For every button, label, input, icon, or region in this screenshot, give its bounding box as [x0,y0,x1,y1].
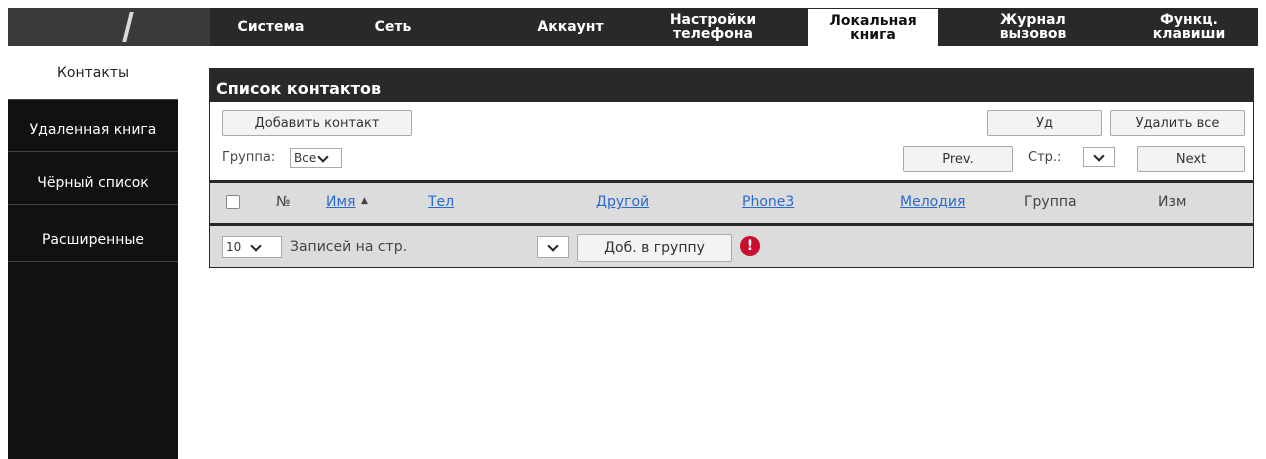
tab-call-log[interactable]: Журнал вызовов [973,8,1093,46]
per-page-select[interactable]: 10 [222,236,282,258]
column-ringtone[interactable]: Мелодия [900,194,965,210]
tab-system[interactable]: Система [216,8,326,46]
group-select[interactable]: Все [290,148,342,168]
group-select-value: Все [294,151,317,165]
page-select[interactable] [1083,147,1115,167]
column-group: Группа [1024,194,1077,210]
tab-local-book[interactable]: Локальная книга [808,9,938,46]
group-target-select[interactable] [537,236,569,258]
delete-all-button[interactable]: Удалить все [1110,110,1245,136]
page-label: Стр.: [1028,150,1062,165]
tab-account[interactable]: Аккаунт [513,8,628,46]
select-all-checkbox[interactable] [226,195,240,209]
panel-title: Список контактов [209,68,1254,102]
contacts-toolbar: Добавить контакт Уд Удалить все Группа: … [209,102,1254,180]
logo-slash-icon [122,12,134,42]
column-number: № [276,194,291,210]
chevron-down-icon [1092,150,1106,164]
chevron-down-icon [249,240,263,254]
column-phone3[interactable]: Phone3 [742,194,794,210]
sidebar-item-advanced[interactable]: Расширенные [8,218,178,262]
sort-asc-icon: ▲ [361,196,368,206]
contacts-table-footer: 10 Записей на стр. Доб. в группу ! [209,226,1254,268]
sidebar-item-blacklist[interactable]: Чёрный список [8,161,178,205]
sidebar: Контакты Удаленная книга Чёрный список Р… [8,46,178,459]
sidebar-item-remote-book[interactable]: Удаленная книга [8,108,178,152]
group-label: Группа: [222,150,276,165]
delete-button[interactable]: Уд [987,110,1102,136]
sidebar-item-contacts[interactable]: Контакты [8,46,178,100]
alert-icon: ! [740,236,760,256]
per-page-value: 10 [226,240,242,254]
next-page-button[interactable]: Next [1137,146,1245,172]
column-phone[interactable]: Тел [428,194,454,210]
column-edit: Изм [1158,194,1187,210]
top-navigation-bar: Система Сеть Аккаунт Настройки телефона … [8,8,1258,46]
tab-function-keys[interactable]: Функц. клавиши [1120,8,1258,46]
logo [8,8,210,46]
prev-page-button[interactable]: Prev. [903,146,1013,172]
tab-phone-settings[interactable]: Настройки телефона [653,8,773,46]
add-contact-button[interactable]: Добавить контакт [222,110,412,136]
column-other[interactable]: Другой [596,194,649,210]
per-page-label: Записей на стр. [290,239,408,255]
add-to-group-button[interactable]: Доб. в группу [577,234,732,262]
chevron-down-icon [316,151,330,165]
contacts-table-header: № Имя ▲ Тел Другой Phone3 Мелодия Группа… [209,180,1254,226]
column-name[interactable]: Имя [326,194,355,210]
chevron-down-icon [546,240,560,254]
tab-network[interactable]: Сеть [338,8,448,46]
